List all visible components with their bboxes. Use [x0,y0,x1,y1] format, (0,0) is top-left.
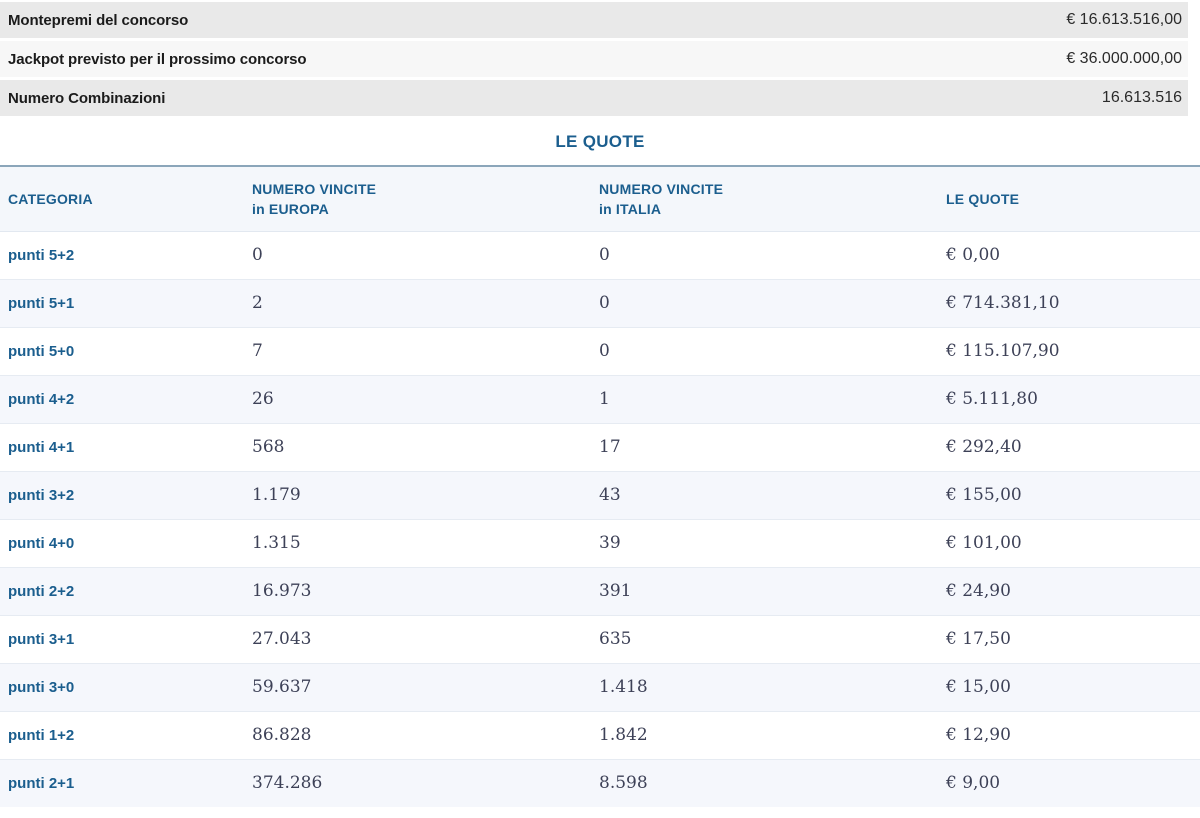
section-title: LE QUOTE [555,132,645,151]
table-header-row: CATEGORIA NUMERO VINCITE in EUROPA NUMER… [0,167,1200,232]
cell-vincite-italia: 0 [599,326,946,375]
cell-quota: € 0,00 [946,245,1001,265]
cell-categoria: punti 1+2 [0,710,252,759]
cell-vincite-italia: 1.418 [599,662,946,711]
column-header-vincite-italia: NUMERO VINCITE in ITALIA [599,167,946,232]
cell-quota: € 292,40 [946,422,1200,471]
cell-vincite-italia: 17 [599,422,946,471]
summary-table: Montepremi del concorso € 16.613.516,00 Ja… [0,2,1188,116]
cell-quota: € 5.111,80 [946,374,1200,423]
cell-categoria: punti 3+1 [0,614,252,663]
table-row: punti 5+1 2 0 € 714.381,10 [0,278,1200,327]
summary-label: Jackpot previsto per il prossimo concors… [8,50,307,68]
cell-vincite-europa: 59.637 [252,662,599,711]
cell-vincite-europa: 27.043 [252,614,599,663]
cell-vincite-italia: 43 [599,470,946,519]
table-row: punti 5+2 0 0 € 0,00 [0,231,1200,279]
summary-value: € 36.000.000,00 [1066,50,1182,67]
cell-categoria: punti 2+1 [0,758,252,807]
cell-categoria: punti 5+0 [0,326,252,375]
column-header-sublabel: in ITALIA [599,200,662,217]
cell-vincite-italia: 8.598 [599,758,946,807]
cell-vincite-europa: 16.973 [252,566,599,615]
summary-label: Numero Combinazioni [8,89,166,107]
cell-quota: € 12,90 [946,710,1200,759]
table-row: punti 2+2 16.973 391 € 24,90 [0,566,1200,615]
column-header-categoria: CATEGORIA [0,167,252,232]
cell-vincite-italia: 391 [599,566,946,615]
cell-quota: € 17,50 [946,614,1200,663]
column-header-quote: LE QUOTE [946,167,1200,232]
cell-vincite-europa: 1.179 [252,470,599,519]
cell-vincite-italia: 1 [599,374,946,423]
table-row: punti 3+1 27.043 635 € 17,50 [0,614,1200,663]
cell-categoria: punti 3+2 [0,470,252,519]
cell-categoria: punti 3+0 [0,662,252,711]
cell-categoria: punti 4+2 [0,374,252,423]
cell-vincite-europa: 1.315 [252,518,599,567]
summary-value: 16.613.516 [1101,89,1182,106]
cell-vincite-europa: 374.286 [252,758,599,807]
cell-quota: € 101,00 [946,518,1200,567]
table-row: punti 2+1 374.286 8.598 € 9,00 [0,758,1200,807]
column-header-label: LE QUOTE [946,190,1020,207]
cell-quota: € 15,00 [946,662,1200,711]
cell-vincite-europa: 26 [252,374,599,423]
cell-vincite-europa: 568 [252,422,599,471]
cell-categoria: punti 4+1 [0,422,252,471]
summary-row: Montepremi del concorso € 16.613.516,00 [0,2,1188,38]
cell-categoria: punti 4+0 [0,518,252,567]
column-header-sublabel: in EUROPA [252,200,329,217]
table-row: punti 5+0 7 0 € 115.107,90 [0,326,1200,375]
cell-categoria: punti 5+1 [0,278,252,327]
cell-vincite-europa: 86.828 [252,710,599,759]
cell-vincite-europa: 0 [252,245,263,265]
column-header-label: NUMERO VINCITE [252,180,377,197]
cell-categoria: punti 2+2 [0,566,252,615]
table-row: punti 3+0 59.637 1.418 € 15,00 [0,662,1200,711]
cell-vincite-italia: 0 [599,245,610,265]
cell-vincite-italia: 635 [599,614,946,663]
quote-table: CATEGORIA NUMERO VINCITE in EUROPA NUMER… [0,167,1200,807]
column-header-vincite-europa: NUMERO VINCITE in EUROPA [252,167,599,232]
table-row: punti 3+2 1.179 43 € 155,00 [0,470,1200,519]
cell-quota: € 115.107,90 [946,326,1200,375]
summary-row: Jackpot previsto per il prossimo concors… [0,41,1188,77]
table-row: punti 4+0 1.315 39 € 101,00 [0,518,1200,567]
column-header-label: CATEGORIA [8,190,93,207]
column-header-label: NUMERO VINCITE [599,180,724,197]
cell-vincite-italia: 0 [599,278,946,327]
summary-row: Numero Combinazioni 16.613.516 [0,80,1188,116]
cell-quota: € 714.381,10 [946,278,1200,327]
cell-quota: € 9,00 [946,758,1200,807]
cell-quota: € 155,00 [946,470,1200,519]
table-row: punti 4+2 26 1 € 5.111,80 [0,374,1200,423]
cell-vincite-italia: 39 [599,518,946,567]
summary-label: Montepremi del concorso [8,11,189,29]
cell-quota: € 24,90 [946,566,1200,615]
table-row: punti 1+2 86.828 1.842 € 12,90 [0,710,1200,759]
summary-value: € 16.613.516,00 [1066,11,1182,28]
table-row: punti 4+1 568 17 € 292,40 [0,422,1200,471]
cell-vincite-europa: 7 [252,326,599,375]
cell-categoria: punti 5+2 [8,246,75,264]
cell-vincite-italia: 1.842 [599,710,946,759]
cell-vincite-europa: 2 [252,278,599,327]
